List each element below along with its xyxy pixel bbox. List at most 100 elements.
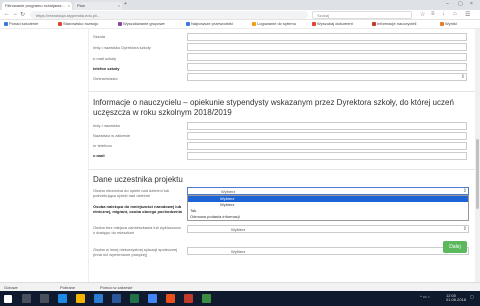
store-icon[interactable] — [94, 294, 103, 303]
search-taskbar-icon[interactable] — [22, 294, 31, 303]
field-label: nr telefonu — [93, 143, 112, 148]
teacher-name-input[interactable] — [187, 122, 467, 130]
close-tab-icon[interactable]: × — [118, 3, 120, 8]
select-dropdown: Wybierz Wybierz Tak Odmowa podania infor… — [187, 195, 469, 221]
bookmark-label: Najnowsze przewodniki — [191, 21, 233, 26]
bookmark-favicon-icon — [58, 21, 62, 26]
scrollbar-thumb[interactable] — [476, 139, 479, 209]
chevron-down-icon: ⇕ — [460, 74, 465, 80]
windows-taskbar: ^ ▭ ♪ 12:00 01.06.2018 ▢ — [0, 291, 480, 306]
task-view-icon[interactable] — [40, 294, 49, 303]
chrome-icon[interactable] — [148, 294, 157, 303]
bookmark-item[interactable]: Wyniki — [440, 21, 457, 26]
select-value: Wybierz — [231, 227, 246, 232]
bookmark-favicon-icon — [252, 21, 256, 26]
reload-icon[interactable]: ↻ — [20, 11, 25, 18]
municipality-select[interactable]: ⇕ — [187, 73, 467, 81]
page-content: Szkoła Imię i nazwisko Dyrektora szkoły … — [0, 29, 480, 298]
bookmark-star-icon[interactable]: ☆ — [420, 11, 425, 18]
bookmark-favicon-icon — [118, 21, 122, 26]
tab-title: Filtrowanie programu rozwijania... — [5, 3, 65, 8]
address-bar[interactable]: https://rekrutacja-stypendia.edu.pl/... — [30, 11, 308, 19]
reading-list-icon[interactable]: ≡ — [431, 11, 435, 17]
tray-icons[interactable]: ^ ▭ ♪ — [420, 294, 430, 299]
field-label: Nazwisko w zakresie — [93, 133, 131, 138]
school-phone-input[interactable] — [187, 63, 467, 71]
status-item[interactable]: Pobrane — [60, 285, 75, 290]
select-value: Wybierz — [221, 189, 236, 194]
url-text: https://rekrutacja-stypendia.edu.pl/... — [36, 13, 101, 18]
bookmark-item[interactable]: Wyszukiwanie grupowe — [118, 21, 165, 26]
field-label: Imię i nazwisko — [93, 123, 121, 128]
app-icon[interactable] — [202, 294, 211, 303]
teacher-email-input[interactable] — [187, 152, 467, 160]
divider — [89, 91, 475, 92]
search-input[interactable]: Szukaj — [312, 11, 412, 19]
edge-icon[interactable] — [58, 294, 67, 303]
bookmark-label: Informacje nauczycieli — [377, 21, 417, 26]
school-email-input[interactable] — [187, 53, 467, 61]
chevron-down-icon: ⇕ — [462, 188, 467, 194]
bookmark-item[interactable]: Najnowsze przewodniki — [186, 21, 233, 26]
notification-icon[interactable]: ▢ — [470, 294, 474, 299]
close-window-icon[interactable]: × — [470, 1, 473, 7]
question-label: Osoba należąca do mniejszości narodowej … — [93, 204, 182, 214]
question-label: Osoba w innej niekorzystnej sytuacji spo… — [93, 247, 178, 257]
bookmarks-bar: Ponad szkolenie Stanowisko rozwoju Wyszu… — [0, 20, 480, 29]
bookmark-item[interactable]: Stanowisko rozwoju — [58, 21, 98, 26]
maximize-icon[interactable]: ▢ — [458, 1, 463, 7]
field-label: Szkoła — [93, 34, 106, 39]
question-select[interactable]: Wybierz ⇕ — [187, 187, 469, 195]
forward-icon[interactable]: → — [12, 11, 18, 17]
screen: Filtrowanie programu rozwijania... × Pla… — [0, 0, 480, 306]
browser-tab[interactable]: Plan × — [74, 2, 122, 10]
bookmark-label: Wyniki — [445, 21, 457, 26]
next-button[interactable]: Dalej — [443, 241, 467, 253]
file-explorer-icon[interactable] — [76, 294, 85, 303]
select-value: Wybierz — [231, 249, 246, 254]
bookmark-favicon-icon — [312, 21, 316, 26]
word-icon[interactable] — [112, 294, 121, 303]
new-tab-icon[interactable]: + — [124, 1, 127, 7]
teacher-surname-input[interactable] — [187, 132, 467, 140]
bookmark-favicon-icon — [440, 21, 444, 26]
app-icon[interactable] — [166, 294, 175, 303]
downloads-icon[interactable]: ↓ — [442, 11, 445, 17]
bookmark-item[interactable]: Logowanie do sytemu — [252, 21, 296, 26]
bookmark-item[interactable]: Informacje nauczycieli — [372, 21, 416, 26]
dropdown-option[interactable]: Odmowa podania informacji — [188, 214, 468, 220]
bookmark-item[interactable]: Ponad szkolenie — [4, 21, 38, 26]
browser-tab-bar: Filtrowanie programu rozwijania... × Pla… — [0, 0, 480, 10]
excel-icon[interactable] — [130, 294, 139, 303]
section-title: Dane uczestnika projektu — [93, 175, 183, 184]
field-label: telefon szkoły — [93, 66, 120, 71]
clock[interactable]: 12:00 01.06.2018 — [446, 294, 466, 302]
app-icon[interactable] — [184, 294, 193, 303]
close-tab-icon[interactable]: × — [68, 3, 70, 8]
menu-icon[interactable]: ☰ — [465, 11, 470, 18]
start-icon[interactable] — [4, 295, 12, 303]
bookmark-label: Stanowisko rozwoju — [63, 21, 99, 26]
tab-title: Plan — [77, 3, 86, 8]
bookmark-label: Logowanie do sytemu — [257, 21, 296, 26]
bookmark-label: Wyszukiwanie grupowe — [123, 21, 165, 26]
status-text: Gotowe — [4, 285, 18, 290]
bookmark-item[interactable]: Wyszukaj dokument — [312, 21, 353, 26]
browser-toolbar: ← → ↻ https://rekrutacja-stypendia.edu.p… — [0, 10, 480, 20]
chevron-down-icon: ⇕ — [462, 226, 467, 232]
teacher-phone-input[interactable] — [187, 142, 467, 150]
home-icon[interactable]: ⌂ — [453, 11, 457, 17]
director-name-input[interactable] — [187, 43, 467, 51]
status-item[interactable]: Pomoc w zakresie — [100, 285, 132, 290]
divider — [89, 169, 475, 170]
browser-tab-active[interactable]: Filtrowanie programu rozwijania... × — [2, 2, 72, 10]
minimize-icon[interactable]: – — [446, 1, 449, 7]
bookmark-favicon-icon — [4, 21, 8, 26]
school-input[interactable] — [187, 33, 467, 41]
question-select[interactable]: Wybierz ⇕ — [187, 225, 469, 233]
page-scrollbar[interactable] — [475, 29, 480, 298]
bookmark-label: Wyszukaj dokument — [317, 21, 353, 26]
back-icon[interactable]: ← — [4, 11, 10, 17]
question-label: Osoba niezdolna do opieki nad dziećmi lu… — [93, 188, 170, 198]
question-select[interactable]: Wybierz⇕ — [187, 247, 469, 255]
